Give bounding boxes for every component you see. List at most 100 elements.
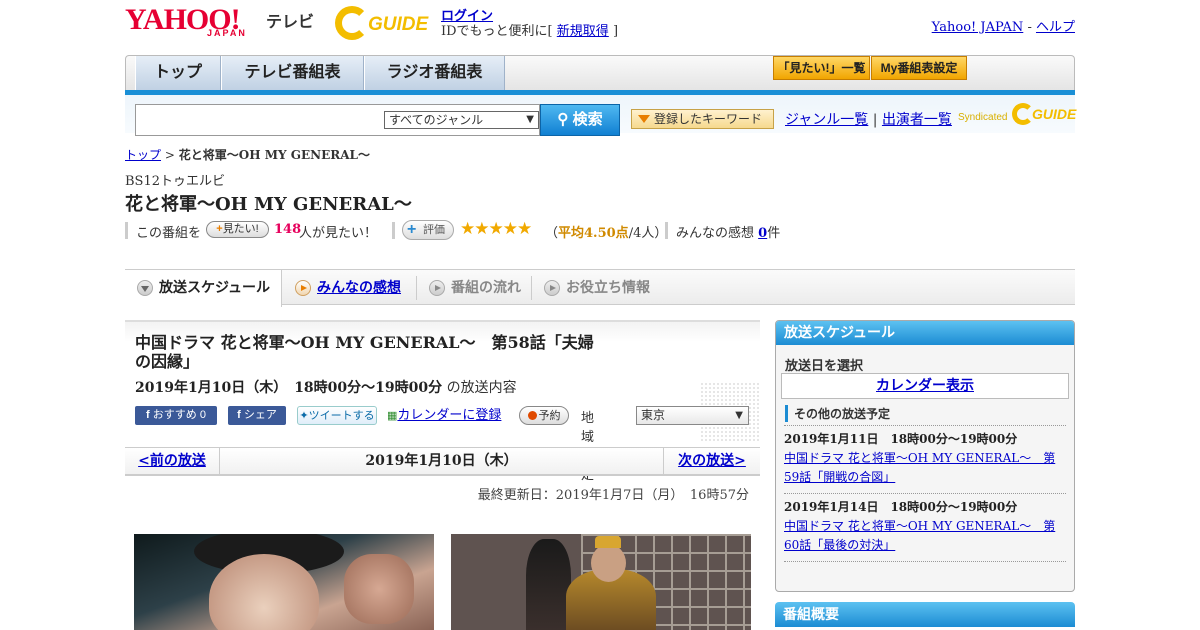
broadcast-pager: <前の放送 2019年1月10日（木） 次の放送>	[125, 447, 760, 476]
sidebar-schedule-header: 放送スケジュール	[776, 321, 1074, 345]
episode-image-2	[451, 534, 751, 630]
nav-tab-top[interactable]: トップ	[135, 56, 221, 91]
current-broadcast-date: 2019年1月10日（木）	[365, 453, 518, 469]
tweet-button[interactable]: ✦ツイートする	[297, 406, 377, 425]
tab-flow-label: 番組の流れ	[451, 279, 521, 295]
tv-logo-text[interactable]: テレビ	[266, 8, 314, 32]
impressions-summary: みんなの感想 0件	[676, 222, 780, 241]
image-shape	[526, 539, 571, 630]
divider	[125, 222, 128, 239]
plus-icon: +	[407, 221, 417, 238]
twitter-bird-icon: ✦	[299, 410, 309, 422]
search-icon: ⚲	[557, 111, 569, 128]
gguide-logo-text: GUIDE	[368, 14, 429, 35]
other-broadcasts-header: その他の放送予定	[785, 405, 890, 422]
list-divider	[784, 561, 1066, 581]
rate-button-label: 評価	[423, 224, 445, 236]
share-label: シェア	[243, 409, 277, 421]
chevron-down-circle-icon	[137, 280, 153, 296]
rating-stars-icon: ★★★★★	[460, 219, 532, 239]
breadcrumb: トップ > 花と将軍～OH MY GENERAL～	[125, 146, 370, 163]
tab-info-label: お役立ち情報	[566, 279, 650, 295]
impressions-label: みんなの感想	[676, 226, 755, 241]
image-shape	[591, 544, 626, 582]
program-meta-row: この番組を +見たい! 148 人が見たい！ + 評価 ★★★★★ （平均4.50…	[125, 219, 1075, 242]
login-sub-prefix: IDでもっと便利に[	[441, 24, 553, 39]
program-overview-header: 番組概要	[775, 602, 1075, 627]
rate-button[interactable]: + 評価	[402, 220, 454, 240]
play-circle-icon	[295, 280, 311, 296]
syndicated-text: Syndicated	[958, 112, 1008, 123]
facebook-share-button[interactable]: f シェア	[228, 406, 286, 425]
calendar-register-button[interactable]: ▦カレンダーに登録	[387, 406, 511, 425]
page-title: 花と将軍～OH MY GENERAL～	[125, 194, 412, 215]
gguide-small-logo-icon	[1012, 103, 1034, 125]
breadcrumb-current: 花と将軍～OH MY GENERAL～	[178, 148, 370, 162]
nav-tab-radio-schedule[interactable]: ラジオ番組表	[364, 56, 505, 91]
calendar-plus-icon: ▦	[387, 410, 398, 422]
record-icon	[527, 411, 537, 420]
breadcrumb-home[interactable]: トップ	[125, 148, 161, 162]
channel-name: BS12トゥエルビ	[125, 174, 226, 189]
facebook-icon: f	[146, 409, 150, 421]
tab-schedule[interactable]: 放送スケジュール	[125, 270, 282, 307]
gguide-small-logo-text: GUIDE	[1032, 106, 1077, 122]
tab-info: お役立ち情報	[532, 270, 662, 305]
facebook-recommend-button[interactable]: f おすすめ 0	[135, 406, 217, 425]
genre-list-link[interactable]: ジャンル一覧	[785, 112, 868, 128]
login-subtext: IDでもっと便利に[ 新規取得 ]	[441, 20, 618, 39]
list-item: 2019年1月11日 18時00分～19時00分 中国ドラマ 花と将軍～OH M…	[784, 425, 1066, 487]
want-list-button[interactable]: 「見たい!」一覧	[773, 56, 870, 80]
top-links-separator: -	[1027, 20, 1032, 35]
signup-link[interactable]: 新規取得	[557, 24, 609, 39]
this-program-label: この番組を	[136, 226, 202, 241]
reserve-button[interactable]: 予約	[519, 406, 569, 425]
registered-keywords-button[interactable]: 登録したキーワード	[631, 109, 774, 129]
yahoo-japan-link[interactable]: Yahoo! JAPAN	[932, 20, 1024, 35]
play-circle-icon	[429, 280, 445, 296]
gguide-logo-icon[interactable]	[335, 6, 369, 40]
episode-datetime-value: 2019年1月10日（木） 18時00分～19時00分	[135, 380, 443, 396]
want-count: 148	[274, 222, 302, 237]
prev-broadcast-link[interactable]: <前の放送	[125, 448, 220, 475]
rating-open-paren: （	[545, 226, 559, 241]
my-schedule-button[interactable]: My番組表設定	[871, 56, 967, 80]
divider	[665, 222, 668, 239]
performer-list-link[interactable]: 出演者一覧	[882, 112, 952, 128]
other-broadcast-datetime: 2019年1月14日 18時00分～19時00分	[784, 500, 1018, 514]
calendar-register-link[interactable]: カレンダーに登録	[397, 407, 501, 422]
play-circle-icon	[544, 280, 560, 296]
other-broadcast-link[interactable]: 中国ドラマ 花と将軍～OH MY GENERAL～ 第60話「最後の対決」	[784, 519, 1055, 552]
impressions-count-link[interactable]: 0	[758, 226, 767, 241]
reserve-label: 予約	[538, 410, 561, 422]
episode-datetime: 2019年1月10日（木） 18時00分～19時00分 の放送内容	[135, 377, 517, 397]
chevron-down-icon: ▼	[735, 410, 743, 421]
breadcrumb-separator: >	[164, 148, 175, 162]
other-broadcast-link[interactable]: 中国ドラマ 花と将軍～OH MY GENERAL～ 第59話「開戦の合図」	[784, 451, 1055, 484]
other-broadcast-datetime: 2019年1月11日 18時00分～19時00分	[784, 432, 1018, 446]
region-select[interactable]: 東京 ▼	[636, 406, 749, 425]
tweet-label: ツイートする	[308, 410, 375, 422]
genre-select[interactable]: すべてのジャンル ▼	[384, 111, 539, 129]
recommend-label: おすすめ 0	[152, 409, 206, 421]
tab-impressions[interactable]: みんなの感想	[283, 270, 415, 305]
tab-flow: 番組の流れ	[417, 270, 531, 305]
nav-tab-tv-schedule[interactable]: テレビ番組表	[221, 56, 364, 91]
list-item: 2019年1月14日 18時00分～19時00分 中国ドラマ 花と将軍～OH M…	[784, 493, 1066, 555]
want-to-watch-button[interactable]: +見たい!	[206, 221, 269, 238]
help-link[interactable]: ヘルプ	[1036, 20, 1075, 35]
tab-schedule-label: 放送スケジュール	[159, 279, 271, 295]
impressions-suffix: 件	[767, 226, 781, 241]
top-links: Yahoo! JAPAN - ヘルプ	[932, 16, 1075, 35]
registered-keywords-label: 登録したキーワード	[654, 112, 763, 126]
last-updated: 最終更新日：2019年1月7日（月） 16時57分	[477, 488, 749, 503]
search-button-label: 検索	[572, 111, 603, 128]
want-button-label: 見たい!	[222, 223, 259, 235]
calendar-view-button[interactable]: カレンダー表示	[781, 373, 1069, 399]
next-broadcast-link[interactable]: 次の放送>	[663, 448, 760, 475]
facebook-icon: f	[237, 409, 241, 421]
genre-select-value: すべてのジャンル	[389, 113, 484, 127]
search-button[interactable]: ⚲ 検索	[540, 104, 620, 136]
divider	[392, 222, 395, 239]
episode-datetime-suffix: の放送内容	[446, 380, 517, 396]
